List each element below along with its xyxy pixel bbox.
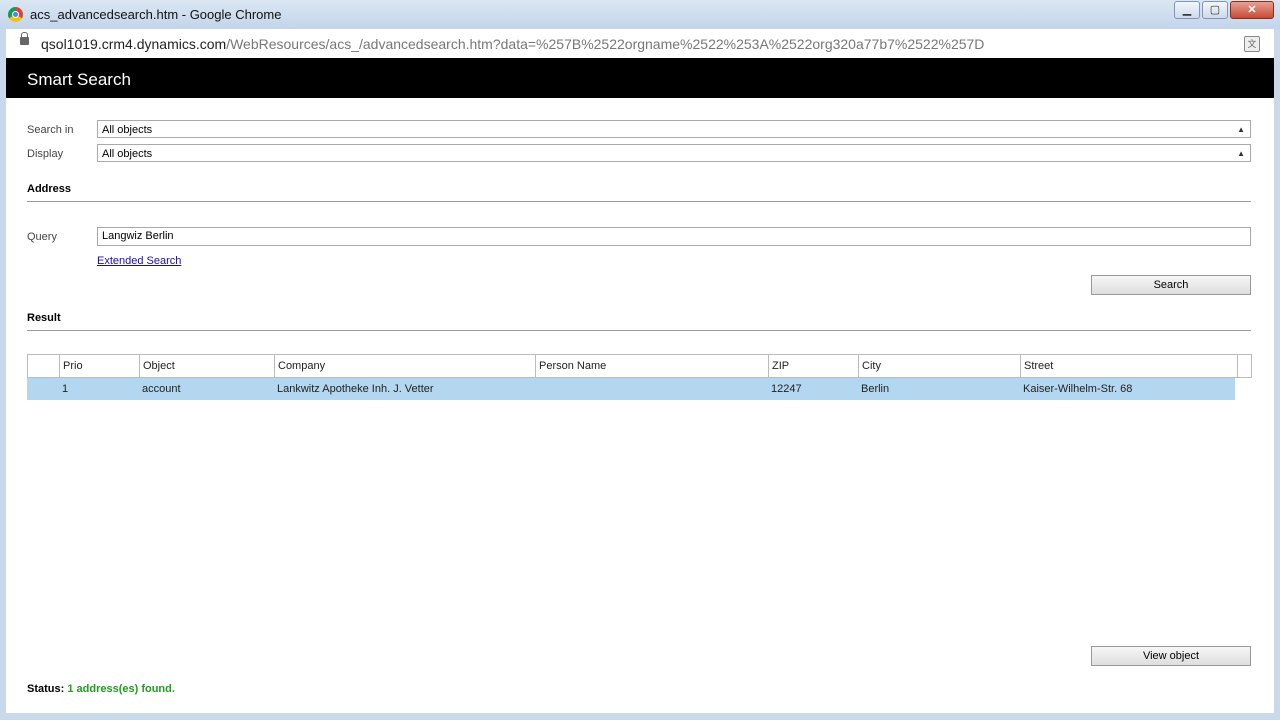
maximize-button[interactable]: ▢	[1202, 1, 1228, 19]
view-object-button[interactable]: View object	[1091, 646, 1251, 666]
page-title: Smart Search	[27, 70, 131, 89]
window-controls: ▁ ▢ ✕	[1174, 1, 1274, 19]
search-in-select[interactable]: All objects ▲	[97, 120, 1251, 138]
cell-prio: 1	[62, 383, 69, 395]
results-grid: Prio Object Company Person Name ZIP City…	[27, 354, 1252, 400]
column-header-company[interactable]: Company	[275, 355, 536, 377]
search-in-label: Search in	[27, 124, 74, 136]
query-input[interactable]: Langwiz Berlin	[97, 227, 1251, 246]
display-label: Display	[27, 148, 64, 160]
column-header-person-name[interactable]: Person Name	[536, 355, 769, 377]
column-header-city[interactable]: City	[859, 355, 1021, 377]
column-header-object[interactable]: Object	[140, 355, 275, 377]
column-header-zip[interactable]: ZIP	[769, 355, 859, 377]
search-in-value: All objects	[102, 124, 153, 136]
url-path: /WebResources/acs_/advancedsearch.htm?da…	[226, 36, 985, 52]
extended-search-link[interactable]: Extended Search	[97, 255, 181, 267]
chevron-updown-icon: ▲	[1237, 149, 1245, 158]
status-bar: Status: 1 address(es) found.	[27, 683, 175, 695]
address-bar[interactable]: qsol1019.crm4.dynamics.com/WebResources/…	[6, 29, 1274, 59]
column-header-prio[interactable]: Prio	[60, 355, 140, 377]
window-title: acs_advancedsearch.htm - Google Chrome	[30, 7, 282, 22]
lock-icon	[20, 32, 29, 45]
cell-person-name	[535, 378, 768, 400]
app-header: Smart Search	[6, 58, 1274, 98]
grid-header: Prio Object Company Person Name ZIP City…	[27, 354, 1252, 378]
cell-street: Kaiser-Wilhelm-Str. 68	[1023, 383, 1133, 395]
minimize-button[interactable]: ▁	[1174, 1, 1200, 19]
search-button[interactable]: Search	[1091, 275, 1251, 295]
title-bar[interactable]: acs_advancedsearch.htm - Google Chrome ▁…	[0, 0, 1280, 29]
url-host: qsol1019.crm4.dynamics.com	[41, 36, 227, 52]
cell-zip: 12247	[771, 383, 802, 395]
chevron-updown-icon: ▲	[1237, 125, 1245, 134]
display-select[interactable]: All objects ▲	[97, 144, 1251, 162]
table-row[interactable]: 1 account Lankwitz Apotheke Inh. J. Vett…	[27, 378, 1235, 400]
select-column-header[interactable]	[28, 355, 60, 377]
cell-company: Lankwitz Apotheke Inh. J. Vetter	[277, 383, 434, 395]
translate-icon[interactable]: 文	[1244, 36, 1260, 52]
result-heading: Result	[27, 312, 1251, 331]
address-heading: Address	[27, 183, 1251, 202]
status-label: Status:	[27, 683, 65, 695]
page-content: Smart Search Search in All objects ▲ Dis…	[6, 58, 1274, 713]
cell-object: account	[142, 383, 181, 395]
query-label: Query	[27, 231, 57, 243]
browser-window: acs_advancedsearch.htm - Google Chrome ▁…	[0, 0, 1280, 720]
column-header-street[interactable]: Street	[1021, 355, 1238, 377]
cell-city: Berlin	[861, 383, 890, 395]
url-text[interactable]: qsol1019.crm4.dynamics.com/WebResources/…	[41, 36, 984, 52]
chrome-logo-icon	[8, 7, 23, 22]
display-value: All objects	[102, 148, 153, 160]
close-button[interactable]: ✕	[1230, 1, 1274, 19]
status-message: 1 address(es) found.	[67, 683, 175, 695]
